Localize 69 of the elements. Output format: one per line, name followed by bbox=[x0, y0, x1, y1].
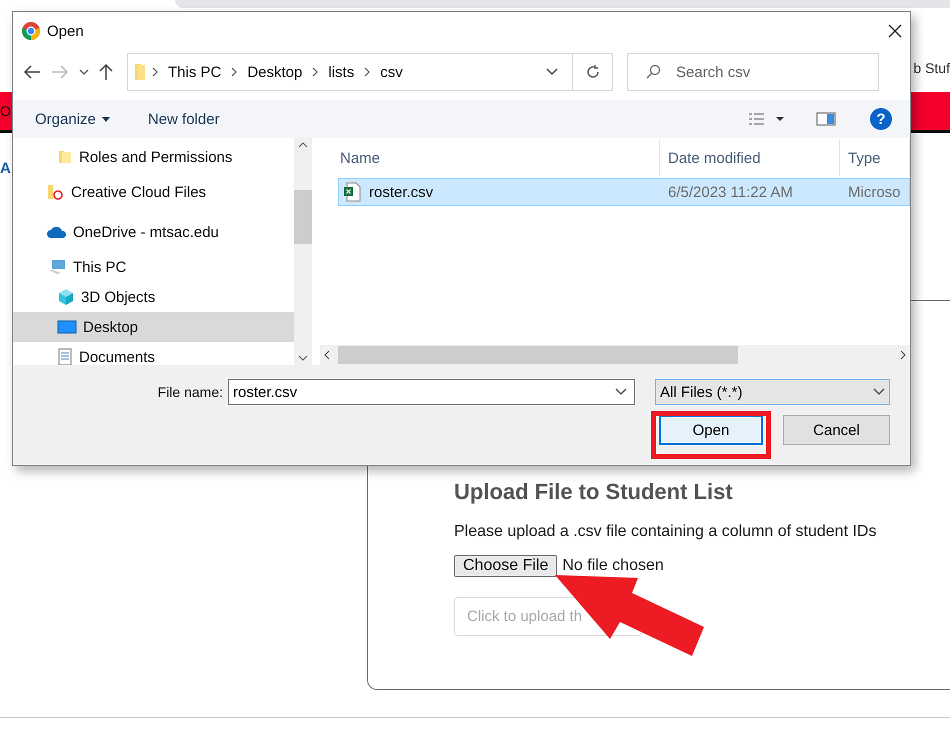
scroll-up-icon[interactable] bbox=[298, 142, 308, 148]
up-arrow-icon[interactable] bbox=[99, 63, 113, 81]
chevron-down-icon[interactable] bbox=[615, 388, 627, 396]
file-type-dropdown[interactable]: All Files (*.*) bbox=[655, 379, 890, 405]
instructions-text: Please upload a .csv file containing a column of student IDs bbox=[454, 523, 878, 541]
search-field[interactable]: Search csv bbox=[627, 53, 879, 91]
bookmark-label[interactable]: b Stuf bbox=[913, 60, 950, 76]
help-button[interactable]: ? bbox=[870, 108, 892, 130]
nav-item[interactable]: This PC bbox=[13, 252, 294, 282]
column-header[interactable]: Type bbox=[840, 140, 910, 176]
nav-item[interactable]: Documents bbox=[13, 342, 294, 365]
spreadsheet-file-icon bbox=[343, 182, 361, 202]
document-icon bbox=[57, 348, 73, 365]
cube-icon bbox=[57, 288, 75, 306]
horizontal-scrollbar[interactable] bbox=[320, 345, 910, 365]
nav-item[interactable]: OneDrive - mtsac.edu bbox=[13, 212, 294, 252]
nav-item[interactable]: Roles and Permissions bbox=[13, 142, 294, 172]
computer-icon bbox=[47, 258, 67, 276]
banner-text: O bbox=[0, 103, 11, 119]
preview-pane-icon[interactable] bbox=[816, 112, 836, 126]
breadcrumb-item[interactable]: This PC bbox=[164, 64, 226, 80]
view-options-icon[interactable] bbox=[748, 112, 784, 126]
breadcrumb-item[interactable]: csv bbox=[376, 64, 407, 80]
caret-icon bbox=[102, 116, 110, 122]
address-bar[interactable]: This PC Desktop lists csv bbox=[127, 53, 613, 91]
column-header[interactable]: Date modified bbox=[660, 140, 840, 176]
nav-item[interactable]: Creative Cloud Files bbox=[13, 172, 294, 212]
back-arrow-icon[interactable] bbox=[23, 65, 41, 79]
organize-menu[interactable]: Organize bbox=[23, 106, 122, 132]
scroll-down-icon[interactable] bbox=[298, 355, 308, 361]
chevron-right-icon[interactable] bbox=[152, 67, 158, 77]
file-name-cell-text: roster.csv bbox=[368, 184, 434, 200]
browser-logo-icon bbox=[21, 21, 41, 41]
chevron-right-icon[interactable] bbox=[231, 67, 238, 77]
chevron-down-icon[interactable] bbox=[546, 68, 558, 76]
close-icon[interactable] bbox=[888, 24, 902, 38]
cloud-icon bbox=[47, 225, 67, 239]
search-icon bbox=[645, 64, 661, 80]
folder-icon bbox=[134, 63, 146, 81]
folder-icon bbox=[47, 184, 65, 200]
new-folder-button[interactable]: New folder bbox=[136, 106, 232, 132]
scroll-right-icon[interactable] bbox=[900, 350, 906, 360]
breadcrumb-item[interactable]: lists bbox=[324, 64, 358, 80]
folder-icon bbox=[57, 149, 73, 165]
desktop-icon bbox=[57, 319, 77, 335]
chevron-right-icon[interactable] bbox=[312, 67, 318, 77]
choose-file-button[interactable]: Choose File bbox=[454, 555, 558, 577]
scroll-left-icon[interactable] bbox=[324, 350, 330, 360]
file-name-label: File name: bbox=[158, 384, 223, 400]
file-name-field[interactable]: roster.csv bbox=[228, 379, 635, 405]
scrollbar-thumb[interactable] bbox=[294, 190, 312, 244]
date-cell-text: 6/5/2023 11:22 AM bbox=[667, 184, 794, 200]
vertical-scrollbar[interactable] bbox=[294, 138, 312, 365]
type-cell-text: Microso bbox=[847, 184, 902, 200]
dialog-title: Open bbox=[47, 22, 85, 40]
dialog-button[interactable]: Open bbox=[659, 415, 763, 445]
chevron-down-icon bbox=[873, 388, 885, 396]
column-header[interactable]: Name bbox=[320, 140, 660, 176]
scrollbar-thumb[interactable] bbox=[338, 346, 738, 364]
dialog-button[interactable]: Cancel bbox=[783, 415, 890, 445]
nav-item[interactable]: Desktop bbox=[13, 312, 294, 342]
breadcrumb-item[interactable]: Desktop bbox=[243, 64, 306, 80]
page-heading: A bbox=[0, 160, 11, 176]
file-status-text: No file chosen bbox=[562, 557, 664, 575]
chevron-down-icon[interactable] bbox=[79, 69, 89, 75]
chevron-right-icon[interactable] bbox=[364, 67, 370, 77]
nav-item[interactable]: 3D Objects bbox=[13, 282, 294, 312]
card-title: Upload File to Student List bbox=[454, 479, 734, 505]
file-row[interactable]: roster.csv 6/5/2023 11:22 AM Microso bbox=[338, 178, 910, 206]
